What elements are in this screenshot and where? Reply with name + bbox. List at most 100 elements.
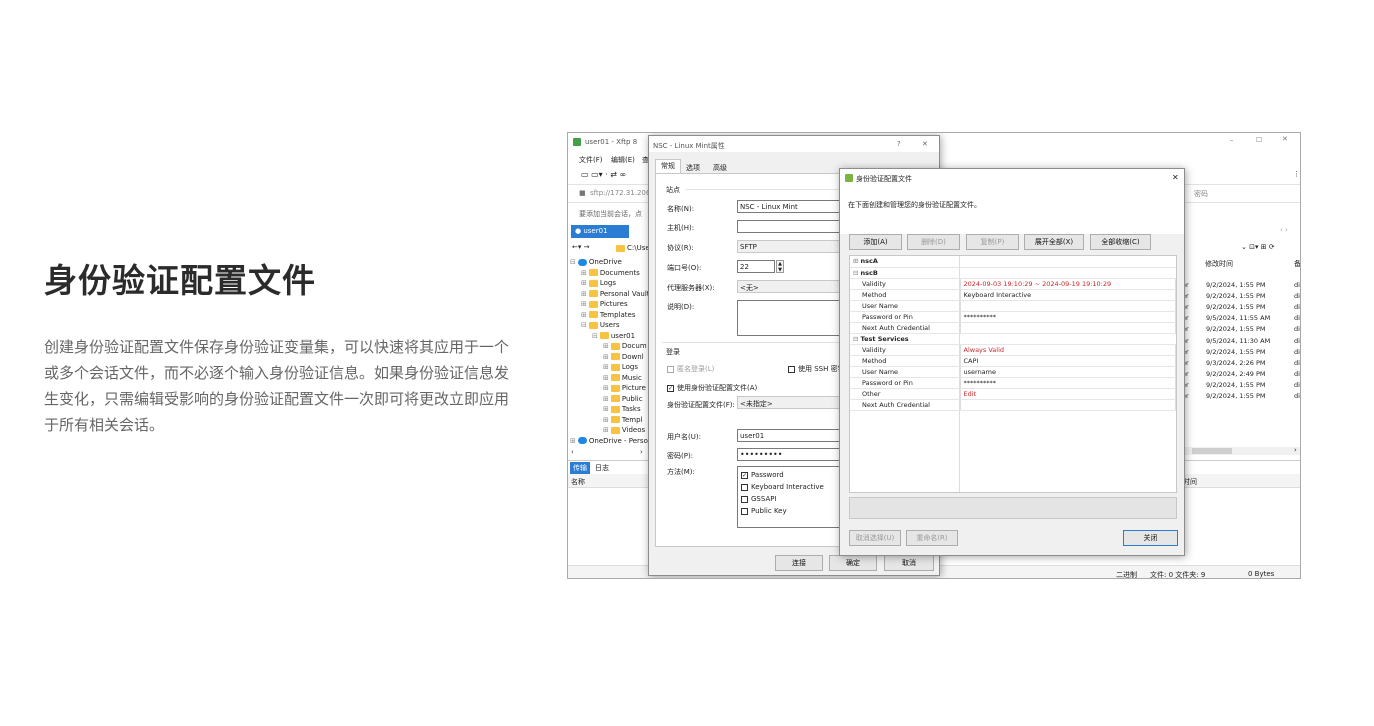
tab-general[interactable]: 常规 [655,159,681,173]
tree-item[interactable]: ⊞ Personal Vault [581,289,648,299]
tree-item[interactable]: ⊞ Public [603,394,643,404]
remote-scroll-right-icon[interactable]: › [1294,446,1297,454]
collapse-icon[interactable]: ⊟ [853,269,861,277]
auth-dialog-close-icon[interactable]: ✕ [1172,173,1179,182]
modified-column-header[interactable]: 修改时间 [1205,259,1233,269]
expand-icon[interactable]: ⊟ [592,332,598,340]
add-profile-button[interactable]: 添加(A) [849,234,902,250]
file-row[interactable]: er 9/2/2024, 1:55 PM di [1182,381,1300,392]
profile-group-row[interactable]: ⊞ nscA [850,256,1176,268]
profile-property-row[interactable]: Password or Pin ********** [850,311,1176,323]
expand-icon[interactable]: ⊟ [570,258,576,266]
profile-property-row[interactable]: User Name [850,300,1176,312]
expand-icon[interactable]: ⊞ [581,290,587,298]
profile-property-row[interactable]: Next Auth Credential [850,322,1176,334]
name-column-header[interactable]: 名称 [571,477,585,487]
ok-button[interactable]: 确定 [829,555,877,571]
expand-icon[interactable]: ⊞ [603,395,609,403]
maximize-icon[interactable]: ☐ [1256,136,1262,144]
expand-icon[interactable]: ⊟ [581,321,587,329]
file-row[interactable]: er 9/2/2024, 1:55 PM di [1182,348,1300,359]
tree-item[interactable]: ⊟ OneDrive [570,257,622,267]
tree-item[interactable]: ⊞ Videos [603,425,645,435]
expand-icon[interactable]: ⊞ [603,416,609,424]
tree-item[interactable]: ⊞ Logs [603,362,638,372]
file-row[interactable]: er 9/2/2024, 1:55 PM di [1182,292,1300,303]
tree-item[interactable]: ⊟ Users [581,320,619,330]
tree-item[interactable]: ⊞ Picture [603,383,646,393]
menu-edit[interactable]: 编辑(E) [611,155,635,165]
expand-icon[interactable]: ⊞ [603,426,609,434]
extra-column-header[interactable]: 备 [1294,259,1300,269]
expand-icon[interactable]: ⊞ [570,437,576,445]
tree-scroll-right-icon[interactable]: › [640,448,643,456]
file-row[interactable]: er 9/5/2024, 11:55 AM di [1182,314,1300,325]
copy-profile-button[interactable]: 复制(P) [966,234,1019,250]
tree-scroll-left-icon[interactable]: ‹ [571,448,574,456]
local-path[interactable]: C:\Use [627,244,650,252]
expand-icon[interactable]: ⊞ [581,300,587,308]
profile-property-row[interactable]: User Name username [850,366,1176,378]
minimize-icon[interactable]: – [1230,136,1234,144]
session-tab[interactable]: ● user01 [571,225,629,238]
unselect-button[interactable]: 取消选择(U) [849,530,901,546]
collapse-all-button[interactable]: 全部收缩(C) [1090,234,1151,250]
method-gssapi[interactable]: GSSAPI [741,495,777,503]
ssh-key-checkbox[interactable]: 使用 SSH 密钥 [788,364,845,374]
overflow-icon[interactable]: ⋮ [1293,170,1300,178]
method-public-key[interactable]: Public Key [741,507,787,515]
file-row[interactable]: er 9/5/2024, 11:30 AM di [1182,337,1300,348]
port-input[interactable]: 22 [737,260,775,273]
tab-advanced[interactable]: 高级 [713,163,727,173]
help-icon[interactable]: ? [897,140,901,148]
address-bar[interactable]: sftp://172.31.206.8 [590,189,657,197]
new-session-icon[interactable]: ▭ ▭▾ · ⇄ ∞ [581,170,626,179]
file-row[interactable]: er 9/3/2024, 2:26 PM di [1182,359,1300,370]
profile-property-row[interactable]: Validity Always Valid [850,344,1176,356]
rename-button[interactable]: 重命名(R) [906,530,958,546]
expand-icon[interactable]: ⊞ [603,363,609,371]
tree-item[interactable]: ⊞ Pictures [581,299,628,309]
file-row[interactable]: er 9/2/2024, 1:55 PM di [1182,325,1300,336]
delete-profile-button[interactable]: 删除(D) [907,234,960,250]
use-auth-profile-checkbox[interactable]: ✓ 使用身份验证配置文件(A) [667,383,757,393]
tab-scroll-icon[interactable]: ‹ › [1280,226,1288,234]
cancel-button[interactable]: 取消 [884,555,934,571]
anonymous-login-checkbox[interactable]: 匿名登录(L) [667,364,714,374]
file-row[interactable]: er 9/2/2024, 1:55 PM di [1182,281,1300,292]
tree-item[interactable]: ⊞ Documents [581,268,640,278]
close-button[interactable]: 关闭 [1123,530,1178,546]
profile-property-row[interactable]: Method Keyboard Interactive [850,289,1176,301]
session-hint[interactable]: 要添加当前会话，点 [579,209,642,219]
expand-icon[interactable]: ⊞ [853,257,861,265]
log-tab[interactable]: 日志 [595,463,609,473]
profile-property-row[interactable]: Validity 2024-09-03 19:10:29 ~ 2024-09-19… [850,278,1176,290]
method-password[interactable]: ✓ Password [741,471,784,479]
expand-icon[interactable]: ⊞ [581,279,587,287]
profile-property-row[interactable]: Method CAPI [850,355,1176,367]
profile-group-row[interactable]: ⊟ Test Services [850,333,1176,345]
status-binary[interactable]: 二进制 [1116,570,1137,578]
connect-button[interactable]: 连接 [775,555,823,571]
time-column-header[interactable]: 时间 [1183,477,1197,487]
dialog-close-icon[interactable]: ✕ [922,140,928,148]
profile-property-row[interactable]: Next Auth Credential [850,399,1176,411]
method-keyboard-interactive[interactable]: Keyboard Interactive [741,483,824,491]
tree-item[interactable]: ⊞ Docum [603,341,647,351]
tree-item[interactable]: ⊞ OneDrive - Persor [570,436,648,446]
expand-icon[interactable]: ⊞ [581,269,587,277]
remote-nav-icons[interactable]: ⌄ ⊡▾ ⊞ ⟳ [1241,243,1275,251]
tab-options[interactable]: 选项 [686,163,700,173]
file-row[interactable]: er 9/2/2024, 2:49 PM di [1182,370,1300,381]
profile-property-row[interactable]: Other Edit [850,388,1176,400]
tree-item[interactable]: ⊞ Templates [581,310,635,320]
expand-icon[interactable]: ⊞ [603,353,609,361]
tree-item[interactable]: ⊞ Music [603,373,642,383]
expand-icon[interactable]: ⊞ [603,374,609,382]
file-row[interactable]: er 9/2/2024, 1:55 PM di [1182,392,1300,403]
profile-group-row[interactable]: ⊟ nscB [850,267,1176,279]
expand-icon[interactable]: ⊞ [581,311,587,319]
tree-item[interactable]: ⊟ user01 [592,331,635,341]
tree-item[interactable]: ⊞ Tasks [603,404,641,414]
profile-property-row[interactable]: Password or Pin ********** [850,377,1176,389]
